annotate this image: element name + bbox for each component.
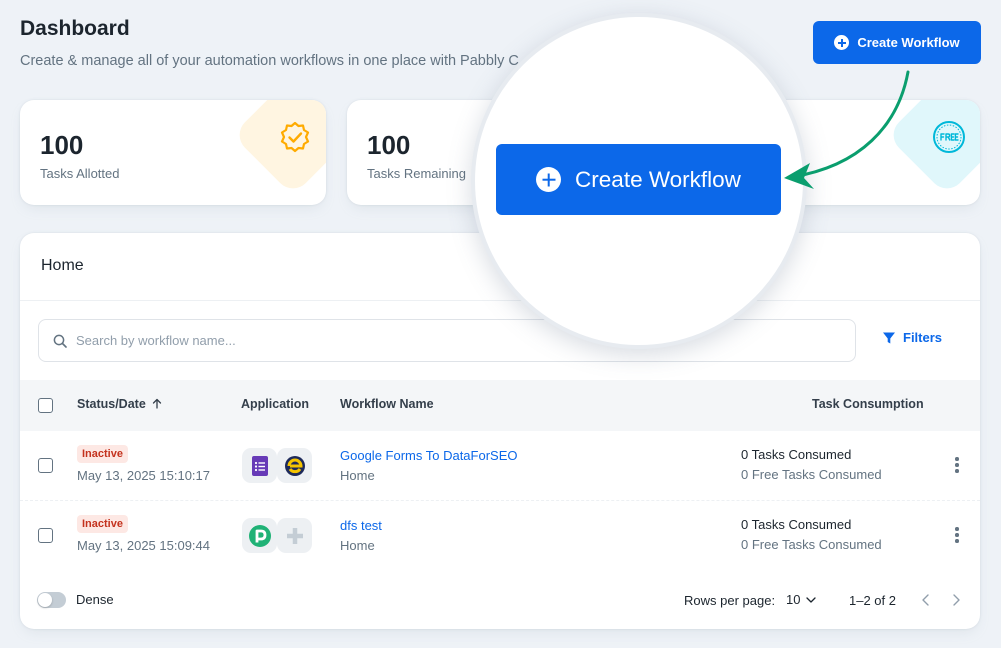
status-badge: Inactive (77, 445, 128, 463)
row-date: May 13, 2025 15:09:44 (77, 538, 210, 553)
google-forms-icon (242, 448, 277, 483)
column-status-date[interactable]: Status/Date (77, 397, 162, 411)
pabbly-icon (242, 518, 277, 553)
free-tasks-consumed: 0 Free Tasks Consumed (741, 537, 882, 552)
rows-per-page-label: Rows per page: (684, 593, 776, 608)
filters-label: Filters (903, 330, 943, 345)
next-page-icon[interactable] (950, 593, 962, 607)
stat-card-tasks-allotted: 100 Tasks Allotted (20, 100, 326, 205)
filters-button[interactable]: Filters (882, 330, 942, 345)
column-application: Application (241, 397, 310, 411)
workflow-folder: Home (340, 468, 375, 483)
workflow-name-link[interactable]: dfs test (340, 518, 382, 533)
create-workflow-label: Create Workflow (857, 35, 960, 50)
row-date: May 13, 2025 15:10:17 (77, 468, 210, 483)
chevron-down-icon (806, 596, 817, 603)
tasks-consumed: 0 Tasks Consumed (741, 517, 852, 532)
table-row[interactable]: Inactive May 13, 2025 15:10:17 Google Fo… (20, 431, 980, 501)
stat-value: 100 (40, 130, 84, 160)
create-workflow-button[interactable]: Create Workflow (813, 21, 981, 64)
stat-label: Tasks Allotted (40, 166, 120, 181)
select-all-checkbox[interactable] (38, 398, 53, 413)
page-subtitle: Create & manage all of your automation w… (20, 53, 519, 69)
workflows-panel: Home Filters Status/Date Application Wor… (20, 233, 980, 629)
divider (20, 300, 980, 301)
magnifier-callout: Create Workflow (471, 13, 807, 349)
free-tasks-consumed: 0 Free Tasks Consumed (741, 467, 882, 482)
folder-title: Home (41, 257, 84, 274)
dataforseo-icon (277, 448, 312, 483)
workflow-folder: Home (340, 538, 375, 553)
search-box[interactable] (38, 319, 856, 362)
tasks-consumed: 0 Tasks Consumed (741, 447, 852, 462)
dense-label: Dense (76, 592, 114, 607)
create-workflow-button-magnified[interactable]: Create Workflow (496, 144, 781, 215)
row-checkbox[interactable] (38, 458, 53, 473)
rows-per-page-select[interactable]: 10 (786, 592, 817, 607)
plus-circle-icon (536, 167, 562, 192)
previous-page-icon[interactable] (920, 593, 932, 607)
more-options-icon[interactable] (954, 457, 960, 473)
column-status-date-label: Status/Date (77, 397, 146, 411)
column-task-consumption: Task Consumption (812, 397, 924, 411)
table-row[interactable]: Inactive May 13, 2025 15:09:44 dfs test … (20, 501, 980, 571)
toggle-knob (38, 593, 52, 607)
rows-per-page-value: 10 (786, 592, 801, 607)
filter-icon (883, 332, 895, 343)
workflow-name-link[interactable]: Google Forms To DataForSEO (340, 448, 518, 463)
status-badge: Inactive (77, 515, 128, 533)
pointer-arrow-icon (784, 70, 910, 189)
stat-label: Tasks Remaining (367, 166, 466, 181)
create-workflow-label: Create Workflow (575, 166, 741, 192)
more-options-icon[interactable] (954, 527, 960, 543)
sort-arrow-up-icon (153, 398, 162, 409)
search-icon (53, 334, 67, 348)
dense-toggle[interactable] (37, 592, 66, 608)
pagination-info: 1–2 of 2 (849, 593, 896, 608)
table-header: Status/Date Application Workflow Name Ta… (20, 380, 980, 431)
page-title: Dashboard (20, 17, 130, 40)
free-badge-icon (933, 121, 965, 153)
row-checkbox[interactable] (38, 528, 53, 543)
column-workflow-name: Workflow Name (340, 397, 434, 411)
plus-circle-icon (834, 35, 850, 50)
add-app-icon (277, 518, 312, 553)
verified-badge-icon (280, 121, 310, 153)
stat-value: 100 (367, 130, 411, 160)
